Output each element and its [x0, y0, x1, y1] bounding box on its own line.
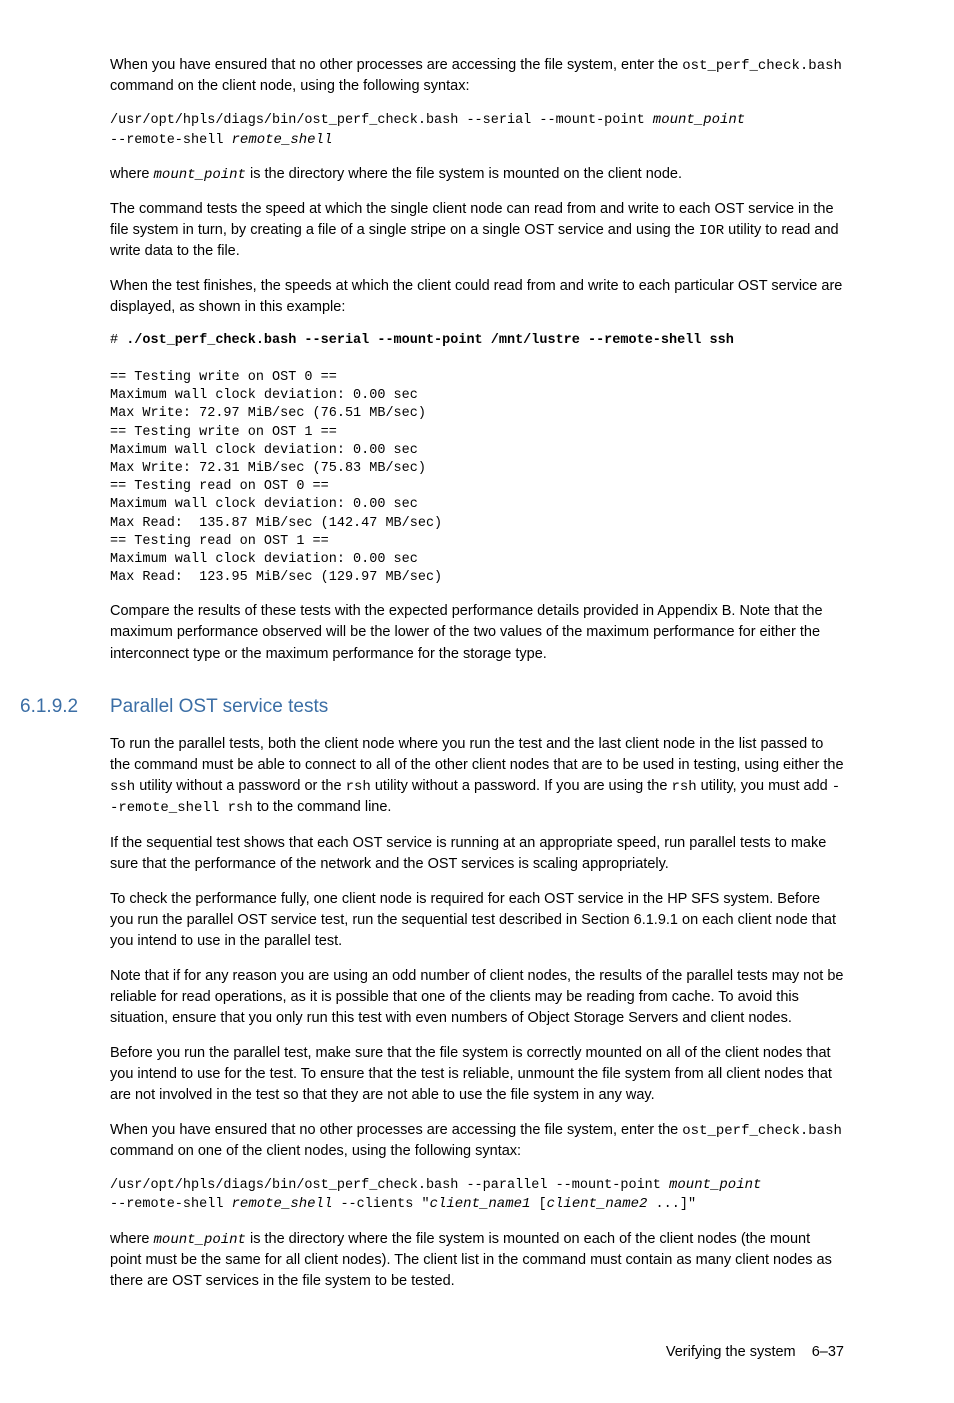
code-block: /usr/opt/hpls/diags/bin/ost_perf_check.b…: [110, 1176, 844, 1214]
text: command on the client node, using the fo…: [110, 78, 470, 94]
paragraph: When you have ensured that no other proc…: [110, 1120, 844, 1162]
code-text: /usr/opt/hpls/diags/bin/ost_perf_check.b…: [110, 1178, 669, 1193]
code-param: client_name1: [430, 1196, 531, 1212]
inline-code: mount_point: [154, 167, 246, 183]
text: command on one of the client nodes, usin…: [110, 1143, 521, 1159]
output-text: == Testing write on OST 0 == Maximum wal…: [110, 370, 442, 585]
text: to the command line.: [253, 799, 392, 815]
paragraph: When you have ensured that no other proc…: [110, 55, 844, 97]
code-text: --remote-shell: [110, 133, 232, 148]
paragraph: where mount_point is the directory where…: [110, 1229, 844, 1292]
text: utility without a password. If you are u…: [371, 778, 672, 794]
code-param: client_name2: [547, 1196, 648, 1212]
command: ./ost_perf_check.bash --serial --mount-p…: [126, 333, 734, 348]
section-title: Parallel OST service tests: [110, 693, 328, 721]
paragraph: To run the parallel tests, both the clie…: [110, 734, 844, 819]
code-param: mount_point: [669, 1177, 761, 1193]
paragraph: The command tests the speed at which the…: [110, 199, 844, 262]
paragraph: Before you run the parallel test, make s…: [110, 1043, 844, 1106]
text: To run the parallel tests, both the clie…: [110, 736, 844, 773]
inline-code: rsh: [671, 779, 696, 795]
text: where: [110, 1231, 154, 1247]
inline-code: mount_point: [154, 1232, 246, 1248]
inline-code: IOR: [699, 223, 724, 239]
text: When you have ensured that no other proc…: [110, 1122, 682, 1138]
text: is the directory where the file system i…: [246, 166, 682, 182]
code-text: ...]": [647, 1197, 696, 1212]
code-param: remote_shell: [232, 1196, 333, 1212]
code-text: --clients ": [332, 1197, 429, 1212]
section-heading: 6.1.9.2 Parallel OST service tests: [110, 693, 844, 721]
code-param: mount_point: [653, 112, 745, 128]
paragraph: where mount_point is the directory where…: [110, 164, 844, 185]
page-footer: Verifying the system 6–37: [110, 1342, 844, 1363]
code-text: [: [530, 1197, 546, 1212]
paragraph: When the test finishes, the speeds at wh…: [110, 276, 844, 318]
code-param: remote_shell: [232, 132, 333, 148]
paragraph: Note that if for any reason you are usin…: [110, 966, 844, 1029]
code-text: /usr/opt/hpls/diags/bin/ost_perf_check.b…: [110, 113, 653, 128]
code-block: /usr/opt/hpls/diags/bin/ost_perf_check.b…: [110, 111, 844, 149]
prompt: #: [110, 333, 126, 348]
text: utility, you must add: [697, 778, 832, 794]
paragraph: To check the performance fully, one clie…: [110, 889, 844, 952]
text: When you have ensured that no other proc…: [110, 57, 682, 73]
inline-code: ssh: [110, 779, 135, 795]
paragraph: If the sequential test shows that each O…: [110, 833, 844, 875]
inline-code: ost_perf_check.bash: [682, 58, 842, 74]
inline-code: rsh: [346, 779, 371, 795]
text: utility without a password or the: [135, 778, 345, 794]
footer-page-number: 6–37: [812, 1344, 844, 1360]
text: where: [110, 166, 154, 182]
code-text: --remote-shell: [110, 1197, 232, 1212]
section-number: 6.1.9.2: [20, 693, 110, 721]
footer-chapter: Verifying the system: [666, 1344, 796, 1360]
inline-code: ost_perf_check.bash: [682, 1123, 842, 1139]
example-output: # ./ost_perf_check.bash --serial --mount…: [110, 332, 844, 587]
paragraph: Compare the results of these tests with …: [110, 601, 844, 664]
